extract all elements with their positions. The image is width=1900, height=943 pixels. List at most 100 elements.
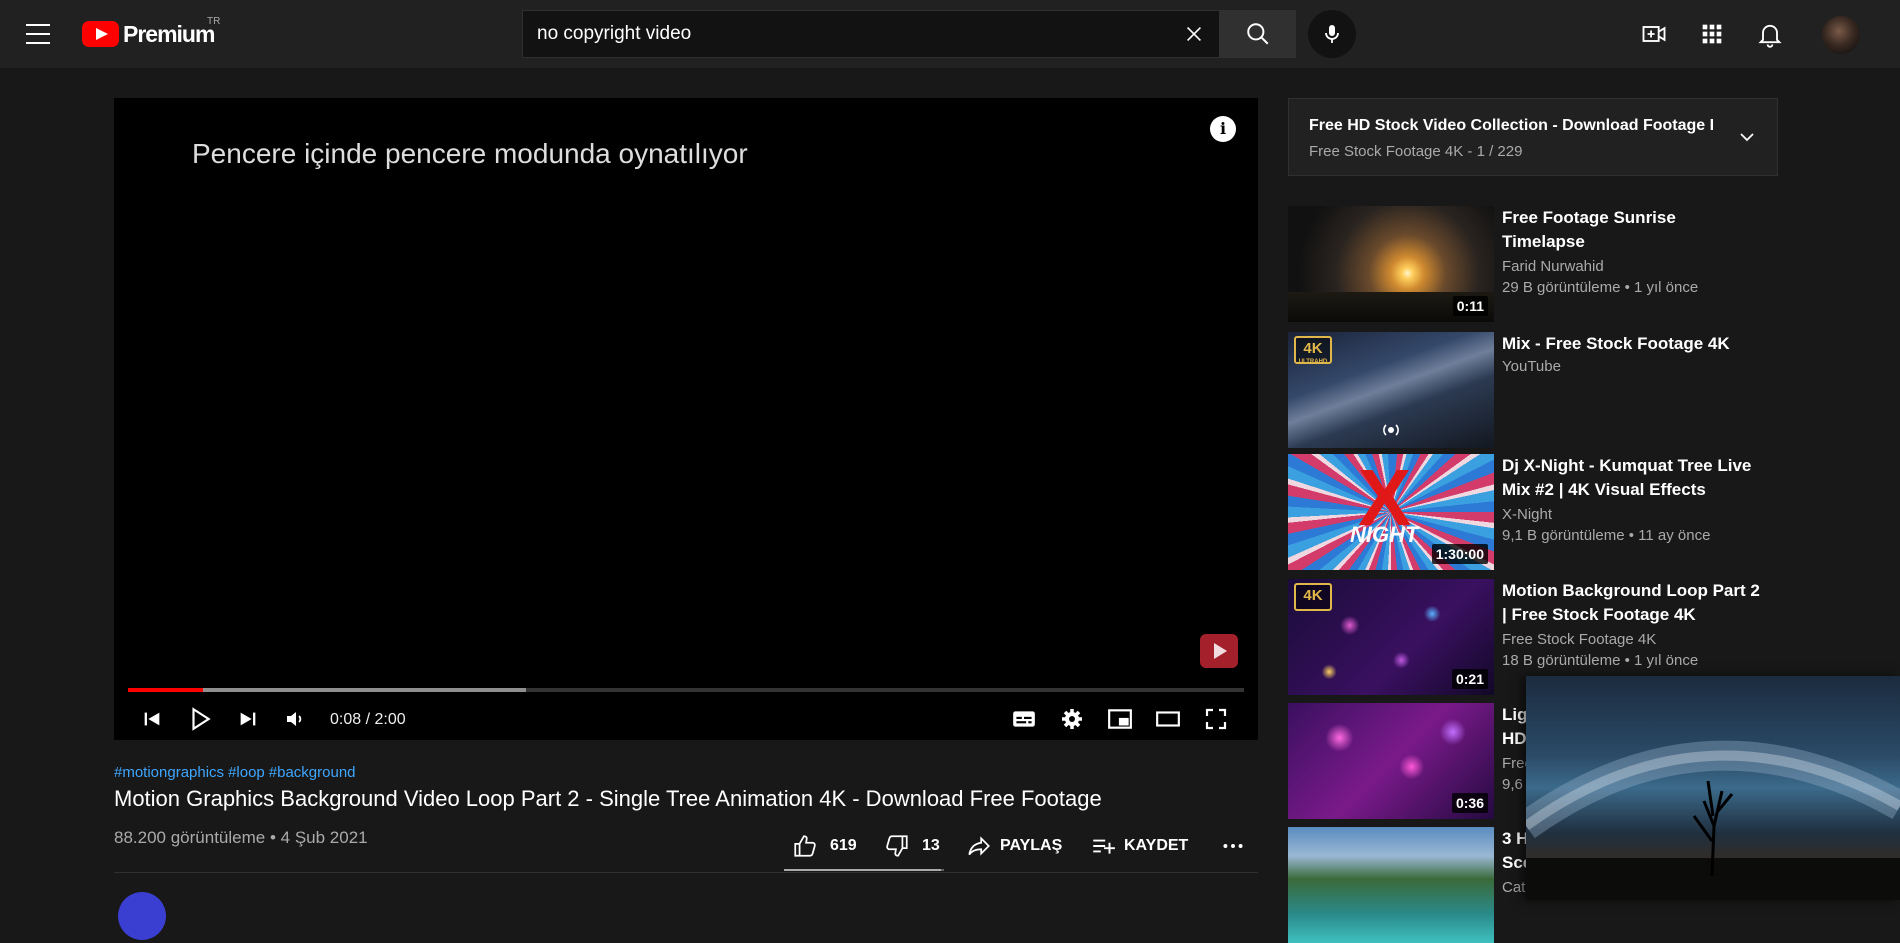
more-icon xyxy=(1223,844,1243,848)
milky-way-tree-image xyxy=(1526,740,1900,900)
share-label: PAYLAŞ xyxy=(1000,837,1063,854)
playlist-title: Free HD Stock Video Collection - Downloa… xyxy=(1309,117,1715,134)
play-icon xyxy=(192,707,211,731)
hashtag-link[interactable]: #motiongraphics xyxy=(114,764,224,781)
recommended-title: Free Footage Sunrise Timelapse xyxy=(1502,208,1676,251)
time-display: 0:08 / 2:00 xyxy=(330,711,406,728)
badge-4k: 4K ULTRAHD xyxy=(1294,336,1332,365)
play-button[interactable] xyxy=(182,701,218,737)
dislike-count: 13 xyxy=(922,837,940,854)
recommended-channel: Free Stock Footage 4K xyxy=(1502,631,1657,648)
settings-icon xyxy=(1062,709,1082,729)
divider xyxy=(114,872,1258,873)
region-code: TR xyxy=(207,16,221,27)
save-playlist-icon xyxy=(1093,839,1115,854)
chevron-down-icon[interactable] xyxy=(1735,125,1759,149)
video-thumbnail: 4K ULTRAHD xyxy=(1288,332,1494,448)
duration-badge: 0:11 xyxy=(1452,296,1488,316)
recommended-views: 9,6 xyxy=(1502,776,1523,793)
badge-ultrahd: ULTRAHD xyxy=(1298,359,1328,365)
volume-button[interactable] xyxy=(278,701,314,737)
recommended-video[interactable]: X NIGHT 1:30:00 Dj X-Night - Kumquat Tre… xyxy=(1288,454,1788,570)
video-player[interactable]: Pencere içinde pencere modunda oynatılıy… xyxy=(114,98,1258,740)
top-header: Premium TR xyxy=(0,0,1900,68)
settings-button[interactable] xyxy=(1054,701,1090,737)
search-icon xyxy=(1247,23,1269,45)
recommended-mix[interactable]: 4K ULTRAHD Mix - Free Stock Footage 4K Yo… xyxy=(1288,332,1788,448)
duration-badge: 0:21 xyxy=(1451,669,1488,689)
channel-avatar[interactable] xyxy=(118,892,166,940)
logo-text: Premium xyxy=(123,20,215,47)
recommended-title: Mix - Free Stock Footage 4K xyxy=(1502,334,1730,353)
search-button[interactable] xyxy=(1220,10,1296,58)
prev-button[interactable] xyxy=(134,701,170,737)
recommended-title: Dj X-Night - Kumquat Tree Live Mix #2 | … xyxy=(1502,456,1752,499)
recommended-views: 18 B görüntüleme • 1 yıl önce xyxy=(1502,652,1699,669)
recommended-video[interactable]: 0:11 Free Footage Sunrise Timelapse Fari… xyxy=(1288,206,1788,322)
like-dislike-bar xyxy=(784,869,944,871)
badge-4k: 4K xyxy=(1294,583,1332,611)
recommended-views: 9,1 B görüntüleme • 11 ay önce xyxy=(1502,527,1711,544)
playlist-subtitle: Free Stock Footage 4K - 1 / 229 xyxy=(1309,143,1523,160)
recommended-channel: YouTube xyxy=(1502,358,1561,375)
search-input[interactable] xyxy=(537,11,1157,57)
share-icon xyxy=(968,836,990,856)
video-thumbnail: 0:36 xyxy=(1288,703,1494,819)
voice-search-button[interactable] xyxy=(1308,10,1356,58)
video-thumbnail: 4K 0:21 xyxy=(1288,579,1494,695)
more-actions-button[interactable] xyxy=(1220,828,1246,864)
upload-date: 4 Şub 2021 xyxy=(280,828,368,847)
apps-icon[interactable] xyxy=(1698,20,1726,48)
save-button[interactable]: KAYDET xyxy=(1090,828,1188,864)
video-thumbnail: X NIGHT 1:30:00 xyxy=(1288,454,1494,570)
avatar[interactable] xyxy=(1822,16,1860,54)
theater-icon xyxy=(1156,711,1180,727)
progress-bar[interactable] xyxy=(128,688,1244,692)
like-ratio-fill xyxy=(784,869,941,871)
subtitles-button[interactable] xyxy=(1006,701,1042,737)
fullscreen-icon xyxy=(1205,708,1227,730)
view-count: 88.200 görüntüleme xyxy=(114,828,266,847)
hashtag-link[interactable]: #loop xyxy=(228,764,265,781)
fullscreen-button[interactable] xyxy=(1198,701,1234,737)
hashtag-link[interactable]: #background xyxy=(269,764,356,781)
dislike-icon xyxy=(886,835,908,857)
recommended-views: 29 B görüntüleme • 1 yıl önce xyxy=(1502,279,1699,296)
duration-badge: 1:30:00 xyxy=(1431,544,1488,564)
recommended-channel: Farid Nurwahid xyxy=(1502,258,1604,275)
progress-played xyxy=(128,688,203,692)
video-thumbnail: 0:11 xyxy=(1288,206,1494,322)
video-title: Motion Graphics Background Video Loop Pa… xyxy=(114,786,1102,811)
prev-icon xyxy=(144,712,160,726)
youtube-watermark-icon[interactable] xyxy=(1200,634,1238,668)
youtube-premium-logo[interactable]: Premium TR xyxy=(82,16,220,48)
playlist-panel[interactable]: Free HD Stock Video Collection - Downloa… xyxy=(1288,98,1778,176)
miniplayer-button[interactable] xyxy=(1102,701,1138,737)
bell-icon[interactable] xyxy=(1756,20,1784,48)
recommended-title: Motion Background Loop Part 2 | Free Sto… xyxy=(1502,581,1760,624)
youtube-logo-icon xyxy=(82,21,119,47)
share-button[interactable]: PAYLAŞ xyxy=(966,828,1062,864)
like-icon xyxy=(794,835,816,857)
miniplayer-preview[interactable] xyxy=(1526,676,1900,900)
subtitles-icon xyxy=(1013,711,1035,727)
search-box xyxy=(522,10,1220,58)
video-thumbnail xyxy=(1288,827,1494,943)
volume-icon xyxy=(287,712,302,726)
save-label: KAYDET xyxy=(1124,837,1189,854)
theater-button[interactable] xyxy=(1150,701,1186,737)
close-icon[interactable] xyxy=(1183,23,1205,45)
like-button[interactable]: 619 xyxy=(792,828,857,864)
mic-icon xyxy=(1325,25,1339,43)
pip-message: Pencere içinde pencere modunda oynatılıy… xyxy=(192,138,748,169)
thumb-night-text: NIGHT xyxy=(1350,522,1419,547)
next-button[interactable] xyxy=(230,701,266,737)
like-count: 619 xyxy=(830,837,857,854)
info-icon[interactable]: i xyxy=(1210,116,1236,142)
menu-icon[interactable] xyxy=(26,24,50,44)
next-icon xyxy=(240,712,256,726)
dislike-button[interactable]: 13 xyxy=(884,828,940,864)
duration-badge: 0:36 xyxy=(1451,793,1488,813)
recommended-channel: X-Night xyxy=(1502,506,1553,523)
create-video-icon[interactable] xyxy=(1640,20,1668,48)
